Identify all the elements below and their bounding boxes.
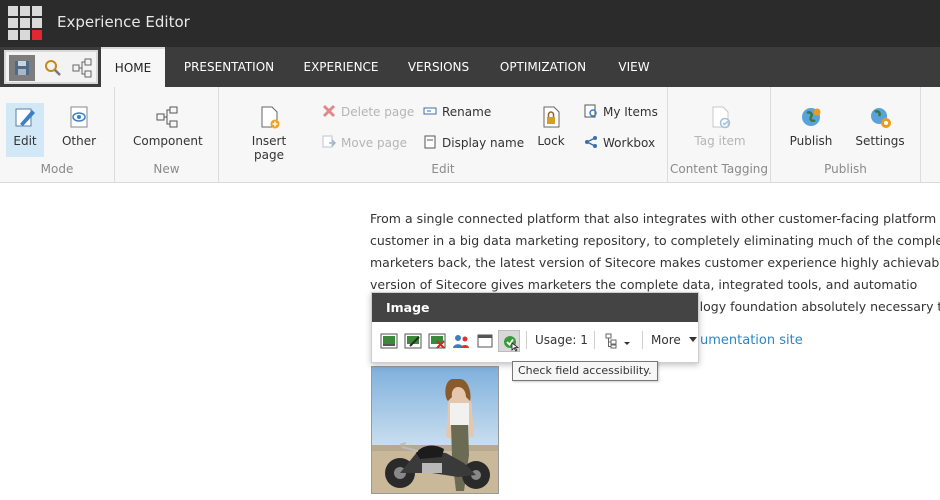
more-dropdown[interactable]: More: [651, 333, 698, 347]
choose-image-icon[interactable]: [380, 333, 398, 349]
lock-label: Lock: [537, 134, 565, 148]
tab-home[interactable]: HOME: [101, 47, 165, 87]
rename-label: Rename: [442, 105, 492, 119]
navigation-tree-icon[interactable]: [69, 55, 95, 81]
ribbon-group-content-tagging-label: Content Tagging: [669, 162, 769, 176]
component-icon: [156, 106, 178, 128]
hero-image[interactable]: [371, 366, 499, 494]
article-line: marketers back, the latest version of Si…: [370, 255, 940, 270]
rename-button[interactable]: Rename: [423, 103, 491, 121]
toolbar-separator: [594, 331, 595, 349]
publish-settings-button[interactable]: Settings: [855, 104, 905, 148]
publish-settings-icon: [871, 108, 891, 128]
article-line: From a single connected platform that al…: [370, 211, 937, 226]
edit-mode-label: Edit: [13, 134, 37, 148]
image-field-toolbar-title: Image: [372, 293, 698, 322]
display-name-label: Display name: [442, 136, 525, 150]
image-field-toolbar: Image Usage: 1 More: [371, 292, 699, 363]
component-button[interactable]: Component: [133, 104, 203, 148]
move-page-icon: [322, 135, 336, 148]
tab-optimization[interactable]: OPTIMIZATION: [492, 47, 594, 87]
check-accessibility-icon[interactable]: [498, 330, 520, 352]
toolbar-separator: [526, 331, 527, 349]
insert-page-label: Insert page: [251, 134, 287, 162]
eye-document-icon: [70, 106, 88, 128]
edit-icon: [15, 108, 35, 127]
insert-page-button[interactable]: Insert page: [237, 104, 301, 162]
publish-icon: [802, 108, 821, 126]
app-title: Experience Editor: [57, 13, 190, 31]
ribbon-group-publish-label: Publish: [824, 162, 867, 176]
delete-page-button[interactable]: Delete page: [322, 103, 414, 121]
select-parent-icon[interactable]: [605, 333, 635, 349]
move-page-label: Move page: [341, 136, 407, 150]
publish-label: Publish: [789, 134, 833, 148]
tag-item-icon: [712, 106, 731, 129]
tag-item-label: Tag item: [694, 134, 746, 148]
delete-icon: [322, 104, 336, 118]
tag-item-button[interactable]: Tag item: [682, 104, 758, 148]
personalize-icon[interactable]: [452, 333, 470, 349]
ribbon-group-mode: Edit Other Mode: [0, 87, 115, 183]
article-line: customer in a big data marketing reposit…: [370, 233, 940, 248]
documentation-link[interactable]: umentation site: [700, 333, 803, 348]
component-label: Component: [133, 134, 203, 148]
chevron-down-icon: [688, 337, 697, 342]
delete-page-label: Delete page: [341, 105, 415, 119]
edit-mode-button[interactable]: Edit: [6, 103, 44, 157]
publish-settings-label: Settings: [855, 134, 905, 148]
clear-image-icon[interactable]: [428, 333, 446, 349]
edit-image-icon[interactable]: [404, 333, 422, 349]
workbox-label: Workbox: [603, 136, 656, 150]
ribbon: Edit Other Mode Component New Insert pag…: [0, 87, 940, 183]
ribbon-group-publish: Publish Settings Publish: [771, 87, 921, 183]
my-items-button[interactable]: My Items: [584, 103, 658, 121]
save-icon[interactable]: [9, 55, 35, 81]
window-icon[interactable]: [476, 333, 494, 349]
woman-motorcycle-photo: [372, 367, 498, 493]
tab-presentation[interactable]: PRESENTATION: [176, 47, 282, 87]
top-bar: Experience Editor: [0, 0, 940, 47]
other-mode-label: Other: [61, 134, 97, 148]
lock-button[interactable]: Lock: [532, 104, 570, 148]
tab-versions[interactable]: VERSIONS: [400, 47, 477, 87]
tab-view[interactable]: VIEW: [610, 47, 658, 87]
quick-access-toolbar: [4, 50, 98, 84]
app-launcher-icon[interactable]: [8, 6, 42, 40]
other-mode-button[interactable]: Other: [58, 104, 100, 148]
toolbar-separator: [642, 331, 643, 349]
insert-page-icon: [261, 106, 280, 129]
move-page-button[interactable]: Move page: [322, 134, 407, 152]
display-name-button[interactable]: Display name: [423, 134, 524, 152]
ribbon-group-edit: Insert page Delete page Move page Rename…: [219, 87, 668, 183]
publish-button[interactable]: Publish: [787, 104, 835, 148]
search-icon[interactable]: [40, 55, 66, 81]
ribbon-group-content-tagging: Tag item Content Tagging: [668, 87, 771, 183]
workbox-button[interactable]: Workbox: [584, 134, 655, 152]
tab-bar: HOME PRESENTATION EXPERIENCE VERSIONS OP…: [0, 47, 940, 87]
ribbon-group-new-label: New: [153, 162, 180, 176]
my-items-label: My Items: [603, 105, 658, 119]
usage-count[interactable]: Usage: 1: [535, 333, 588, 347]
tooltip: Check field accessibility.: [512, 361, 658, 381]
workbox-icon: [585, 136, 597, 148]
ribbon-group-new: Component New: [115, 87, 219, 183]
lock-icon: [543, 106, 560, 128]
rename-icon: [423, 107, 437, 115]
display-name-icon: [424, 135, 436, 149]
ribbon-group-mode-label: Mode: [40, 162, 74, 176]
more-label: More: [651, 333, 681, 347]
my-items-icon: [584, 104, 597, 118]
ribbon-group-edit-label: Edit: [431, 162, 455, 176]
tab-experience[interactable]: EXPERIENCE: [297, 47, 385, 87]
